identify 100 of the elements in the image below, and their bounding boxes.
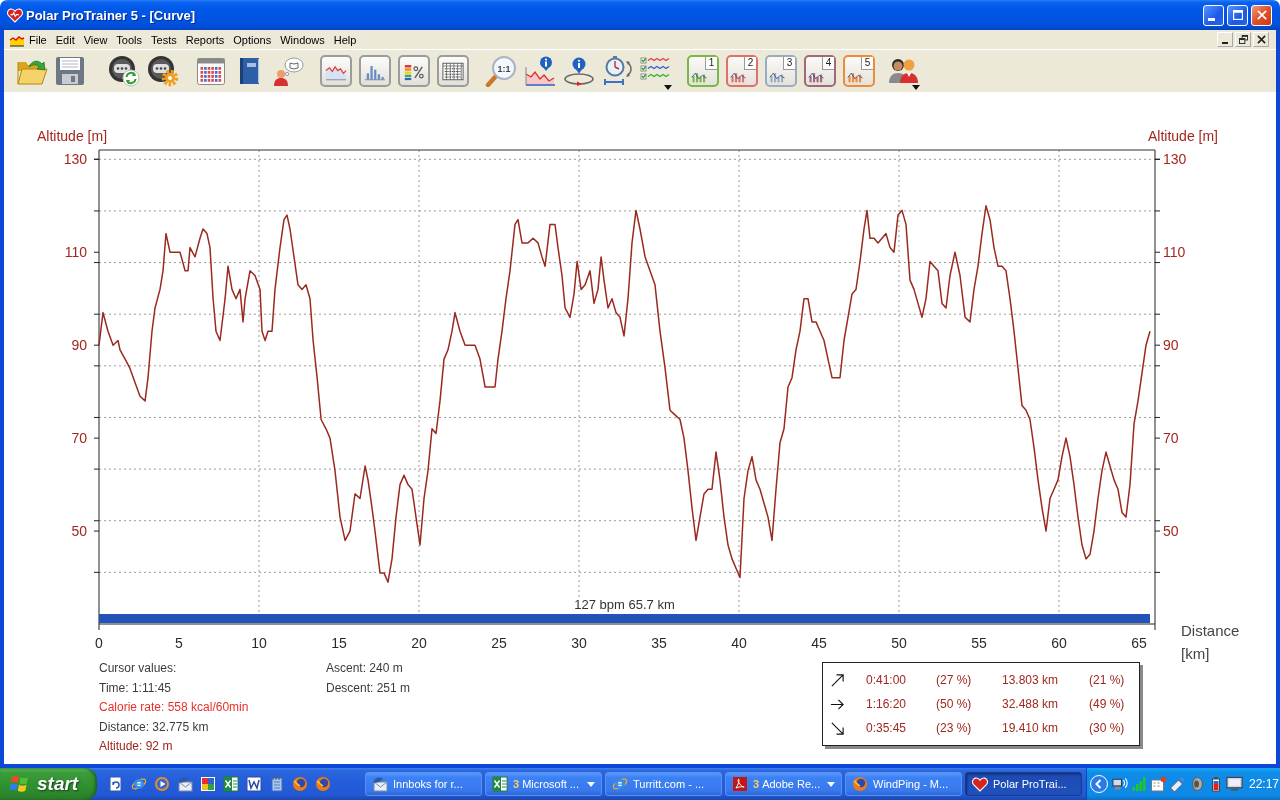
view-preset-button[interactable]: 1 (687, 55, 719, 87)
menu-item[interactable]: Windows (276, 31, 330, 48)
notepad-icon[interactable] (269, 776, 285, 792)
menu-item[interactable]: Tools (112, 31, 148, 48)
chart-info-icon[interactable] (524, 55, 556, 87)
x-tick-label: 45 (811, 635, 827, 651)
usb-drive-icon[interactable] (1169, 776, 1186, 792)
ellipse-info-icon[interactable] (563, 55, 595, 87)
x-tick-label: 5 (175, 635, 183, 651)
calendar-icon[interactable] (195, 55, 227, 87)
x-tick-label: 35 (651, 635, 667, 651)
close-button[interactable] (1253, 32, 1269, 47)
clock: 22:17 (1249, 777, 1280, 791)
down-right-arrow-icon (830, 720, 845, 736)
time-value: 0:35:45 (866, 721, 908, 735)
caret-icon[interactable] (912, 85, 920, 90)
network-icon[interactable] (1112, 776, 1129, 792)
taskbar-button[interactable]: Turritt.com - ... (605, 772, 722, 796)
x-tick-label: 50 (891, 635, 907, 651)
pdf-icon (732, 776, 748, 792)
taskbar-button[interactable]: WindPing - M... (845, 772, 962, 796)
cursor-value: Calorie rate: 558 kcal/60min (99, 699, 250, 716)
close-icon (1256, 35, 1266, 44)
maximize-icon (1232, 10, 1243, 20)
time-value: 1:16:20 (866, 697, 908, 711)
curve-view-button[interactable] (320, 55, 352, 87)
time-share: (27 %) (936, 673, 973, 687)
globe-icon (852, 776, 868, 792)
stopwatch-icon[interactable] (602, 55, 634, 87)
mail-icon[interactable] (177, 776, 193, 792)
distance-share: (49 %) (1089, 697, 1126, 711)
y-tick-label: 110 (64, 244, 87, 261)
y-tick-label: 70 (71, 430, 87, 447)
distance-value: 32.488 km (1002, 697, 1060, 711)
menu-item[interactable]: File (25, 31, 52, 48)
start-button[interactable]: start (0, 768, 97, 800)
color-tiles-icon[interactable] (200, 776, 216, 792)
x-tick-label: 15 (331, 635, 347, 651)
minimize-icon (1222, 41, 1228, 44)
heart-icon (972, 776, 988, 792)
browser-icon[interactable] (131, 776, 147, 792)
cursor-value: Time: 1:11:45 (99, 679, 173, 697)
y-tick-label: 50 (1163, 523, 1179, 540)
selection-label: 127 bpm 65.7 km (572, 597, 677, 612)
x-tick-label: 60 (1051, 635, 1067, 651)
taskbar-button[interactable]: Innboks for r... (365, 772, 482, 796)
view-preset-button[interactable]: 4 (804, 55, 836, 87)
table-view-button[interactable] (437, 55, 469, 87)
y-tick-label: 110 (1163, 244, 1186, 261)
view-preset-button[interactable]: 2 (726, 55, 758, 87)
distance-share: (21 %) (1089, 673, 1126, 687)
time-share: (23 %) (936, 721, 973, 735)
bar-view-button[interactable] (359, 55, 391, 87)
globe-icon[interactable] (292, 776, 308, 792)
monitor-icon[interactable] (1226, 776, 1243, 792)
view-preset-button[interactable]: 5 (843, 55, 875, 87)
menu-item[interactable]: View (79, 31, 113, 48)
window-alert-icon[interactable] (1150, 776, 1167, 792)
restore-button[interactable] (1235, 32, 1251, 47)
restore-icon (1238, 35, 1248, 44)
view-preset-button[interactable]: 3 (765, 55, 797, 87)
menu-item[interactable]: Tests (147, 31, 182, 48)
taskbar-button[interactable]: Polar ProTrai... (965, 772, 1082, 796)
gear-icon[interactable] (147, 55, 179, 87)
globe-icon[interactable] (315, 776, 331, 792)
menu-item[interactable]: Help (329, 31, 362, 48)
sync-icon[interactable] (108, 55, 140, 87)
climb-stat: Descent: 251 m (326, 679, 412, 697)
spreadsheet-icon (492, 776, 508, 792)
minimize-icon (1207, 17, 1215, 21)
taskbar-button[interactable]: 3 Adobe Re... (725, 772, 842, 796)
media-play-icon[interactable] (154, 776, 170, 792)
mail-icon (372, 776, 388, 792)
distance-share: (30 %) (1089, 721, 1126, 735)
minimize-button[interactable] (1217, 32, 1233, 47)
y-tick-label: 130 (1163, 151, 1187, 168)
climb-stat: Ascent: 240 m (326, 660, 404, 677)
time-value: 0:41:00 (866, 673, 908, 687)
spreadsheet-icon[interactable] (223, 776, 239, 792)
y-tick-label: 90 (1163, 337, 1179, 354)
x-tick-label: 25 (491, 635, 507, 651)
taskbar-button[interactable]: 3 Microsoft ... (485, 772, 602, 796)
menu-item[interactable]: Edit (51, 31, 80, 48)
person-thought-icon[interactable] (272, 55, 304, 87)
page-refresh-icon[interactable] (108, 776, 124, 792)
time-share: (50 %) (936, 697, 973, 711)
menu-item[interactable]: Options (229, 31, 277, 48)
percent-view-button[interactable] (398, 55, 430, 87)
y-tick-label: 50 (71, 523, 87, 540)
heart-icon (7, 7, 23, 23)
document-icon[interactable] (246, 776, 262, 792)
distance-value: 13.803 km (1002, 673, 1060, 687)
y-tick-label: 130 (63, 151, 87, 168)
caret-icon[interactable] (664, 85, 672, 90)
maximize-button[interactable] (1227, 4, 1248, 26)
menu-item[interactable]: Reports (181, 31, 230, 48)
x-tick-label: 20 (411, 635, 427, 651)
window-title: Polar ProTrainer 5 - [Curve] (26, 7, 196, 23)
x-tick-label: 30 (571, 635, 587, 651)
chevron-left-icon[interactable] (1090, 775, 1108, 793)
